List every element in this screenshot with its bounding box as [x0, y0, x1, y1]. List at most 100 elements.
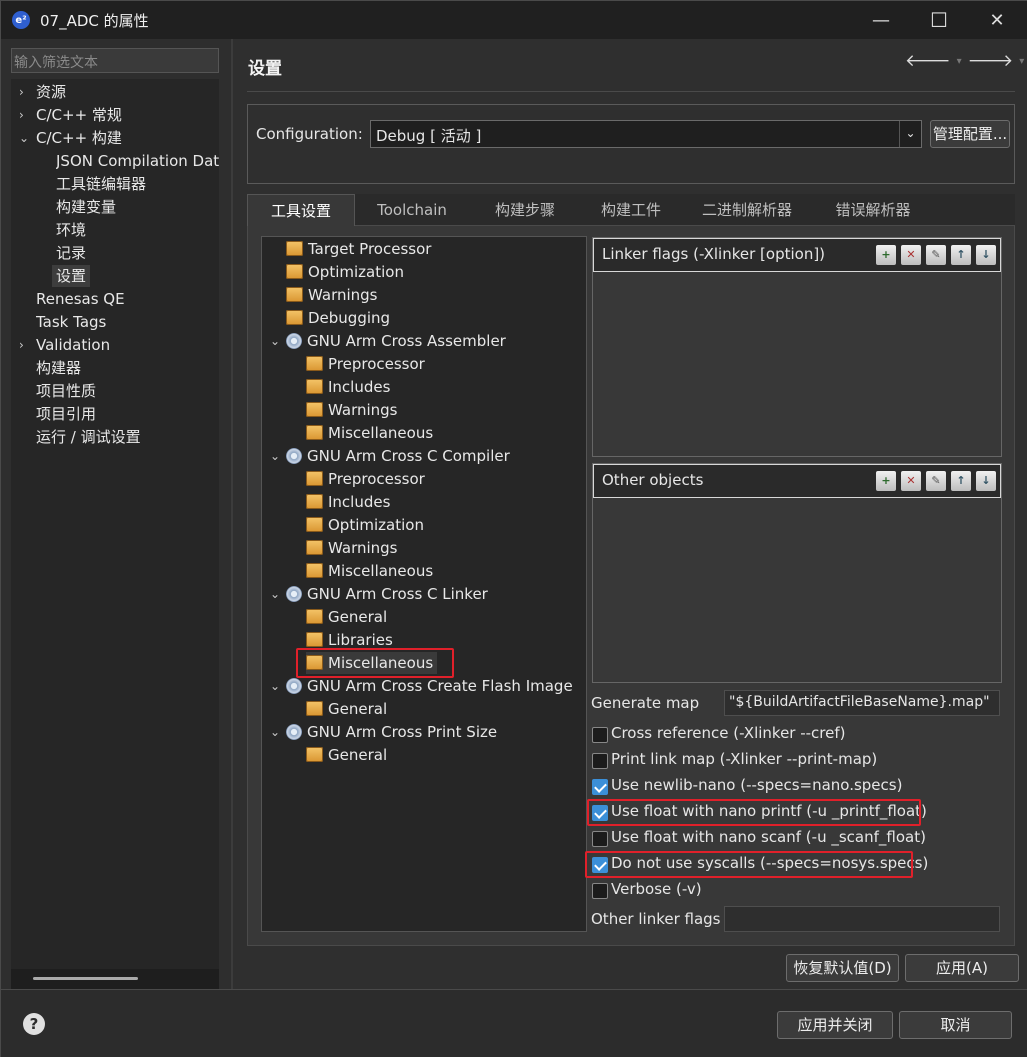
nav-item-renesas-qe[interactable]: Renesas QE — [36, 288, 125, 310]
chevron-down-icon[interactable]: ▾ — [1019, 56, 1024, 67]
tree-item-asm-warnings[interactable]: Warnings — [306, 399, 398, 421]
tree-item-size-general[interactable]: General — [306, 744, 387, 766]
tree-item-optimization[interactable]: Optimization — [286, 261, 404, 283]
tree-item-flash-general[interactable]: General — [306, 698, 387, 720]
cross-reference-label[interactable]: Cross reference (-Xlinker --cref) — [611, 724, 846, 742]
nav-item-resource[interactable]: › 资源 — [11, 81, 219, 103]
nav-item-builders[interactable]: 构建器 — [36, 357, 81, 379]
nav-item-build-variables[interactable]: 构建变量 — [56, 196, 116, 218]
chevron-down-icon[interactable]: ⌄ — [270, 445, 280, 467]
nav-item-toolchain-editor[interactable]: 工具链编辑器 — [56, 173, 146, 195]
help-icon[interactable]: ? — [23, 1013, 45, 1035]
generate-map-input[interactable]: "${BuildArtifactFileBaseName}.map" — [724, 690, 1000, 716]
move-down-icon[interactable]: ↓ — [976, 471, 996, 491]
tree-item-cross-c-compiler[interactable]: GNU Arm Cross C Compiler — [286, 445, 510, 467]
nav-item-task-tags[interactable]: Task Tags — [36, 311, 106, 333]
edit-icon[interactable]: ✎ — [926, 245, 946, 265]
tree-item-asm-preprocessor[interactable]: Preprocessor — [306, 353, 425, 375]
move-down-icon[interactable]: ↓ — [976, 245, 996, 265]
tree-item-cc-warnings[interactable]: Warnings — [306, 537, 398, 559]
float-scanf-label[interactable]: Use float with nano scanf (-u _scanf_flo… — [611, 828, 926, 846]
tree-item-asm-miscellaneous[interactable]: Miscellaneous — [306, 422, 433, 444]
settings-tabs: 工具设置 Toolchain 构建步骤 构建工件 二进制解析器 错误解析器 — [247, 194, 1015, 226]
nav-item-cpp-general[interactable]: › C/C++ 常规 — [11, 104, 219, 126]
cross-reference-checkbox[interactable] — [592, 727, 608, 743]
horizontal-scrollbar[interactable] — [11, 969, 219, 991]
chevron-down-icon[interactable]: ⌄ — [899, 121, 921, 147]
newlib-nano-checkbox[interactable] — [592, 779, 608, 795]
add-icon[interactable]: + — [876, 471, 896, 491]
verbose-checkbox[interactable] — [592, 883, 608, 899]
tree-item-create-flash-image[interactable]: GNU Arm Cross Create Flash Image — [286, 675, 573, 697]
print-link-map-label[interactable]: Print link map (-Xlinker --print-map) — [611, 750, 877, 768]
delete-icon[interactable]: ✕ — [901, 245, 921, 265]
tree-item-cross-assembler[interactable]: GNU Arm Cross Assembler — [286, 330, 506, 352]
apply-and-close-button[interactable]: 应用并关闭 — [777, 1011, 893, 1039]
move-up-icon[interactable]: ↑ — [951, 471, 971, 491]
nav-item-validation[interactable]: › Validation — [11, 334, 219, 356]
filter-input[interactable]: 输入筛选文本 — [11, 48, 219, 73]
preference-tree[interactable]: › 资源 › C/C++ 常规 ⌄ C/C++ 构建 JSON Compilation… — [11, 79, 219, 969]
list-toolbar: + ✕ ✎ ↑ ↓ — [876, 245, 996, 265]
tab-error-parsers[interactable]: 错误解析器 — [813, 194, 933, 226]
nav-item-project-references[interactable]: 项目引用 — [36, 403, 96, 425]
linker-flags-list[interactable]: Linker flags (-Xlinker [option]) + ✕ ✎ ↑… — [592, 237, 1002, 457]
edit-icon[interactable]: ✎ — [926, 471, 946, 491]
tab-binary-parsers[interactable]: 二进制解析器 — [681, 194, 813, 226]
tree-item-print-size[interactable]: GNU Arm Cross Print Size — [286, 721, 497, 743]
chevron-down-icon[interactable]: ⌄ — [270, 721, 280, 743]
other-objects-list[interactable]: Other objects + ✕ ✎ ↑ ↓ — [592, 463, 1002, 683]
back-arrow-icon[interactable]: 🡐 — [905, 51, 951, 71]
other-linker-flags-label: Other linker flags — [591, 910, 721, 928]
verbose-label[interactable]: Verbose (-v) — [611, 880, 702, 898]
chevron-down-icon[interactable]: ⌄ — [270, 330, 280, 352]
tab-build-steps[interactable]: 构建步骤 — [469, 194, 581, 226]
delete-icon[interactable]: ✕ — [901, 471, 921, 491]
tab-toolchain[interactable]: Toolchain — [355, 194, 469, 226]
dialog-button-bar: ? 应用并关闭 取消 — [1, 989, 1027, 1057]
nav-item-cpp-build[interactable]: ⌄ C/C++ 构建 — [11, 127, 219, 149]
nav-item-json-compilation[interactable]: JSON Compilation Data — [56, 150, 219, 172]
print-link-map-checkbox[interactable] — [592, 753, 608, 769]
tree-item-cross-c-linker[interactable]: GNU Arm Cross C Linker — [286, 583, 488, 605]
chevron-down-icon[interactable]: ⌄ — [19, 127, 29, 149]
chevron-down-icon[interactable]: ⌄ — [270, 675, 280, 697]
nav-item-settings[interactable]: 设置 — [52, 265, 91, 287]
tab-build-artifact[interactable]: 构建工件 — [581, 194, 681, 226]
chevron-down-icon[interactable]: ⌄ — [270, 583, 280, 605]
tree-item-asm-includes[interactable]: Includes — [306, 376, 390, 398]
chevron-down-icon[interactable]: ▾ — [957, 56, 962, 67]
nav-item-environment[interactable]: 环境 — [56, 219, 86, 241]
apply-button[interactable]: 应用(A) — [905, 954, 1019, 982]
tree-item-debugging[interactable]: Debugging — [286, 307, 390, 329]
nav-item-run-debug-settings[interactable]: 运行 / 调试设置 — [36, 426, 141, 448]
cancel-button[interactable]: 取消 — [899, 1011, 1012, 1039]
add-icon[interactable]: + — [876, 245, 896, 265]
manage-configurations-button[interactable]: 管理配置... — [930, 120, 1010, 148]
chevron-right-icon[interactable]: › — [19, 81, 24, 103]
tree-item-cc-preprocessor[interactable]: Preprocessor — [306, 468, 425, 490]
restore-defaults-button[interactable]: 恢复默认值(D) — [786, 954, 899, 982]
tree-item-cc-includes[interactable]: Includes — [306, 491, 390, 513]
maximize-button[interactable]: ☐ — [910, 1, 968, 39]
forward-arrow-icon[interactable]: 🡒 — [968, 51, 1014, 71]
tree-item-cc-miscellaneous[interactable]: Miscellaneous — [306, 560, 433, 582]
tree-item-warnings[interactable]: Warnings — [286, 284, 378, 306]
tool-settings-tree[interactable]: Target Processor Optimization Warnings D… — [261, 236, 587, 932]
nav-item-logging[interactable]: 记录 — [56, 242, 86, 264]
move-up-icon[interactable]: ↑ — [951, 245, 971, 265]
minimize-button[interactable]: — — [852, 1, 910, 39]
nav-item-project-natures[interactable]: 项目性质 — [36, 380, 96, 402]
tree-item-cc-optimization[interactable]: Optimization — [306, 514, 424, 536]
other-linker-flags-input[interactable] — [724, 906, 1000, 932]
scrollbar-thumb[interactable] — [33, 977, 138, 980]
close-button[interactable]: ✕ — [968, 1, 1026, 39]
tab-tool-settings[interactable]: 工具设置 — [247, 194, 355, 226]
configuration-select[interactable]: Debug [ 活动 ] ⌄ — [370, 120, 922, 148]
chevron-right-icon[interactable]: › — [19, 104, 24, 126]
tree-item-ld-general[interactable]: General — [306, 606, 387, 628]
tree-item-target-processor[interactable]: Target Processor — [286, 238, 431, 260]
newlib-nano-label[interactable]: Use newlib-nano (--specs=nano.specs) — [611, 776, 902, 794]
chevron-right-icon[interactable]: › — [19, 334, 24, 356]
float-scanf-checkbox[interactable] — [592, 831, 608, 847]
